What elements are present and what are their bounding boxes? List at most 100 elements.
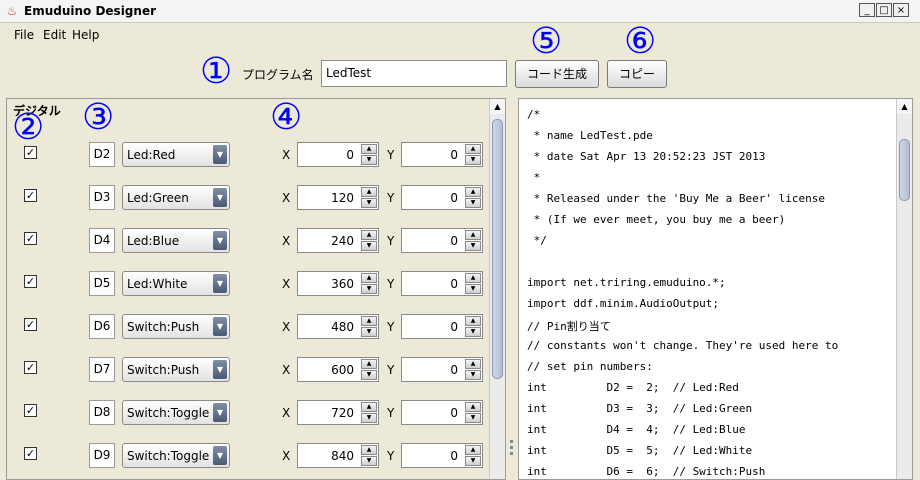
spinner-down-icon[interactable]: ▼ <box>465 284 481 294</box>
generate-code-button[interactable]: コード生成 <box>515 60 599 88</box>
spinner-up-icon[interactable]: ▲ <box>465 144 481 154</box>
code-scroll-thumb[interactable] <box>899 139 910 201</box>
y-spinner[interactable]: 0 ▲ ▼ <box>401 443 483 468</box>
chevron-down-icon[interactable]: ▼ <box>213 231 227 250</box>
pin-enable-checkbox[interactable]: ✓ <box>24 404 37 417</box>
code-scroll-up-arrow[interactable]: ▲ <box>897 99 912 114</box>
spinner-down-icon[interactable]: ▼ <box>465 413 481 423</box>
pin-id-field[interactable]: D2 <box>89 142 115 167</box>
pin-id-field[interactable]: D8 <box>89 400 115 425</box>
spinner-down-icon[interactable]: ▼ <box>465 327 481 337</box>
pin-id-field[interactable]: D6 <box>89 314 115 339</box>
pin-type-select[interactable]: Led:White ▼ <box>122 271 230 296</box>
menu-file[interactable]: File <box>14 28 34 42</box>
scroll-up-arrow[interactable]: ▲ <box>490 99 505 114</box>
pin-id-field[interactable]: D3 <box>89 185 115 210</box>
y-spinner[interactable]: 0 ▲ ▼ <box>401 185 483 210</box>
x-spinner[interactable]: 600 ▲ ▼ <box>297 357 379 382</box>
spinner-up-icon[interactable]: ▲ <box>361 187 377 197</box>
program-name-input[interactable]: LedTest <box>321 60 507 87</box>
y-spinner[interactable]: 0 ▲ ▼ <box>401 228 483 253</box>
spinner-down-icon[interactable]: ▼ <box>361 241 377 251</box>
chevron-down-icon[interactable]: ▼ <box>213 274 227 293</box>
spinner-down-icon[interactable]: ▼ <box>465 456 481 466</box>
x-spinner-buttons: ▲ ▼ <box>361 273 377 294</box>
chevron-down-icon[interactable]: ▼ <box>213 188 227 207</box>
close-button[interactable]: × <box>893 3 909 17</box>
spinner-down-icon[interactable]: ▼ <box>361 413 377 423</box>
spinner-down-icon[interactable]: ▼ <box>465 155 481 165</box>
chevron-down-icon[interactable]: ▼ <box>213 446 227 465</box>
chevron-down-icon[interactable]: ▼ <box>213 403 227 422</box>
spinner-up-icon[interactable]: ▲ <box>361 273 377 283</box>
spinner-down-icon[interactable]: ▼ <box>361 155 377 165</box>
maximize-button[interactable]: □ <box>876 3 892 17</box>
pin-enable-checkbox[interactable]: ✓ <box>24 275 37 288</box>
spinner-up-icon[interactable]: ▲ <box>465 359 481 369</box>
spinner-up-icon[interactable]: ▲ <box>361 144 377 154</box>
y-spinner[interactable]: 0 ▲ ▼ <box>401 400 483 425</box>
spinner-down-icon[interactable]: ▼ <box>361 284 377 294</box>
left-panel-scrollbar[interactable]: ▲ <box>489 99 505 479</box>
pin-type-select[interactable]: Switch:Push ▼ <box>122 314 230 339</box>
chevron-down-icon[interactable]: ▼ <box>213 145 227 164</box>
pin-enable-checkbox[interactable]: ✓ <box>24 361 37 374</box>
pin-enable-checkbox[interactable]: ✓ <box>24 189 37 202</box>
code-scrollbar[interactable]: ▲ <box>896 99 912 479</box>
spinner-up-icon[interactable]: ▲ <box>361 230 377 240</box>
chevron-down-icon[interactable]: ▼ <box>213 360 227 379</box>
menu-help[interactable]: Help <box>72 28 99 42</box>
spinner-up-icon[interactable]: ▲ <box>465 445 481 455</box>
x-spinner[interactable]: 0 ▲ ▼ <box>297 142 379 167</box>
spinner-down-icon[interactable]: ▼ <box>465 198 481 208</box>
spinner-down-icon[interactable]: ▼ <box>465 370 481 380</box>
pin-enable-checkbox[interactable]: ✓ <box>24 447 37 460</box>
y-spinner[interactable]: 0 ▲ ▼ <box>401 357 483 382</box>
spinner-up-icon[interactable]: ▲ <box>361 359 377 369</box>
copy-button[interactable]: コピー <box>607 60 667 88</box>
spinner-up-icon[interactable]: ▲ <box>465 316 481 326</box>
pin-type-select[interactable]: Switch:Toggle ▼ <box>122 443 230 468</box>
x-spinner[interactable]: 720 ▲ ▼ <box>297 400 379 425</box>
pin-type-select[interactable]: Led:Red ▼ <box>122 142 230 167</box>
spinner-down-icon[interactable]: ▼ <box>361 370 377 380</box>
pin-type-select[interactable]: Switch:Push ▼ <box>122 357 230 382</box>
minimize-button[interactable]: _ <box>859 3 875 17</box>
spinner-up-icon[interactable]: ▲ <box>465 402 481 412</box>
digital-pin-row: ✓ D5 Led:White ▼ X 360 ▲ ▼ Y 0 ▲ ▼ <box>7 267 487 299</box>
pin-id-field[interactable]: D7 <box>89 357 115 382</box>
pin-id-field[interactable]: D4 <box>89 228 115 253</box>
pin-id-field[interactable]: D9 <box>89 443 115 468</box>
y-spinner[interactable]: 0 ▲ ▼ <box>401 271 483 296</box>
spinner-down-icon[interactable]: ▼ <box>361 198 377 208</box>
pin-type-select[interactable]: Led:Blue ▼ <box>122 228 230 253</box>
spinner-up-icon[interactable]: ▲ <box>465 187 481 197</box>
spinner-up-icon[interactable]: ▲ <box>361 316 377 326</box>
pin-type-select[interactable]: Switch:Toggle ▼ <box>122 400 230 425</box>
pin-id-field[interactable]: D5 <box>89 271 115 296</box>
pin-type-select[interactable]: Led:Green ▼ <box>122 185 230 210</box>
x-spinner[interactable]: 840 ▲ ▼ <box>297 443 379 468</box>
chevron-down-icon[interactable]: ▼ <box>213 317 227 336</box>
x-spinner[interactable]: 120 ▲ ▼ <box>297 185 379 210</box>
x-spinner-buttons: ▲ ▼ <box>361 187 377 208</box>
menu-edit[interactable]: Edit <box>43 28 66 42</box>
scroll-thumb[interactable] <box>492 119 503 379</box>
spinner-down-icon[interactable]: ▼ <box>465 241 481 251</box>
pin-enable-checkbox[interactable]: ✓ <box>24 318 37 331</box>
y-spinner[interactable]: 0 ▲ ▼ <box>401 314 483 339</box>
code-line: * date Sat Apr 13 20:52:23 JST 2013 <box>527 150 766 163</box>
pin-enable-checkbox[interactable]: ✓ <box>24 232 37 245</box>
generated-code-panel[interactable]: /* * name LedTest.pde * date Sat Apr 13 … <box>518 98 913 480</box>
spinner-up-icon[interactable]: ▲ <box>465 230 481 240</box>
x-spinner[interactable]: 480 ▲ ▼ <box>297 314 379 339</box>
y-spinner[interactable]: 0 ▲ ▼ <box>401 142 483 167</box>
spinner-up-icon[interactable]: ▲ <box>465 273 481 283</box>
x-spinner[interactable]: 360 ▲ ▼ <box>297 271 379 296</box>
spinner-down-icon[interactable]: ▼ <box>361 456 377 466</box>
spinner-up-icon[interactable]: ▲ <box>361 445 377 455</box>
spinner-down-icon[interactable]: ▼ <box>361 327 377 337</box>
spinner-up-icon[interactable]: ▲ <box>361 402 377 412</box>
split-divider[interactable] <box>508 98 516 480</box>
x-spinner[interactable]: 240 ▲ ▼ <box>297 228 379 253</box>
